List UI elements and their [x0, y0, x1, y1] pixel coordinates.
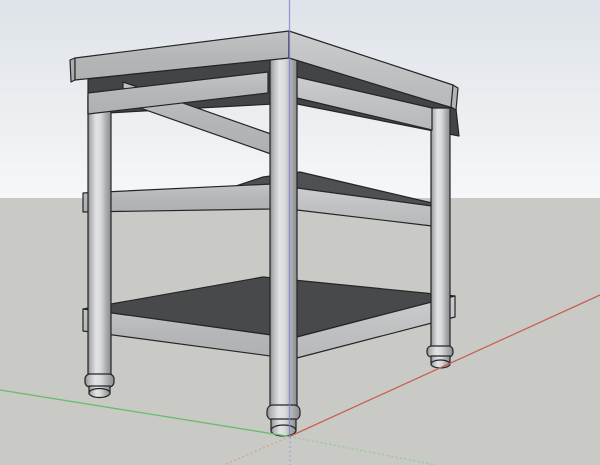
tabletop-left-cap[interactable] — [69, 57, 76, 83]
left-leg[interactable] — [87, 95, 112, 376]
left-leg-foot-base[interactable] — [88, 387, 111, 399]
right-leg[interactable] — [430, 107, 451, 348]
3d-viewport[interactable] — [0, 0, 600, 465]
left-leg-foot-collar[interactable] — [84, 373, 115, 388]
front-leg[interactable] — [269, 56, 298, 407]
viewport-canvas[interactable] — [0, 0, 600, 465]
front-leg-foot-collar[interactable] — [266, 404, 301, 421]
right-leg-foot-collar[interactable] — [426, 345, 454, 358]
